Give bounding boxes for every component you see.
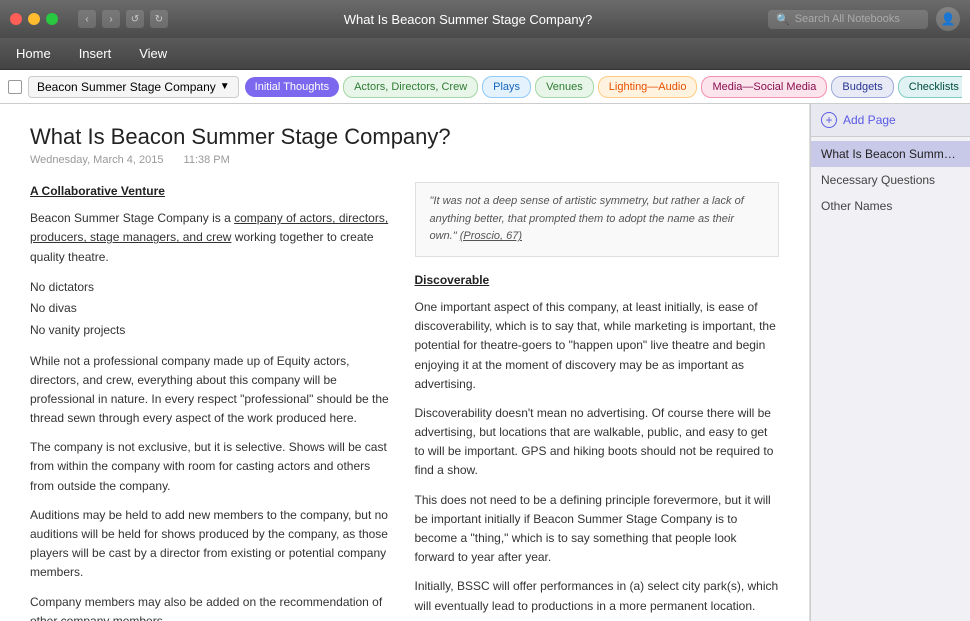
- toolbar-insert[interactable]: Insert: [73, 42, 118, 65]
- right-para-2: Discoverability doesn't mean no advertis…: [415, 404, 780, 481]
- right-panel-header: + Add Page: [811, 104, 970, 137]
- no-list-item-2: No divas: [30, 298, 395, 320]
- add-page-label: Add Page: [843, 113, 896, 127]
- window-title: What Is Beacon Summer Stage Company?: [168, 12, 768, 27]
- notebook-checkbox[interactable]: [8, 80, 22, 94]
- content-area: What Is Beacon Summer Stage Company? Wed…: [0, 104, 810, 621]
- no-list-item-1: No dictators: [30, 277, 395, 299]
- search-icon: 🔍: [776, 13, 790, 26]
- right-panel: + Add Page What Is Beacon Summer... Nece…: [810, 104, 970, 621]
- right-para-4: Initially, BSSC will offer performances …: [415, 577, 780, 615]
- toolbar-view[interactable]: View: [133, 42, 173, 65]
- page-item-2[interactable]: Necessary Questions: [811, 167, 970, 193]
- tab-checklists[interactable]: Checklists: [898, 76, 962, 98]
- no-list: No dictators No divas No vanity projects: [30, 277, 395, 342]
- time-label: 11:38 PM: [184, 154, 230, 166]
- nav-refresh1-button[interactable]: ↺: [126, 10, 144, 28]
- page-title: What Is Beacon Summer Stage Company?: [30, 124, 779, 150]
- quote-block: "It was not a deep sense of artistic sym…: [415, 182, 780, 257]
- tab-lighting[interactable]: Lighting—Audio: [598, 76, 698, 98]
- left-column: A Collaborative Venture Beacon Summer St…: [30, 182, 395, 621]
- nav-forward-button[interactable]: ›: [102, 10, 120, 28]
- add-page-button[interactable]: + Add Page: [821, 112, 960, 128]
- toolbar: Home Insert View: [0, 38, 970, 70]
- left-para-3: The company is not exclusive, but it is …: [30, 438, 395, 496]
- tab-actors[interactable]: Actors, Directors, Crew: [343, 76, 478, 98]
- close-button[interactable]: [10, 13, 22, 25]
- tab-bar: Initial Thoughts Actors, Directors, Crew…: [245, 76, 962, 98]
- right-heading-1: Discoverable: [415, 271, 780, 290]
- content-columns: A Collaborative Venture Beacon Summer St…: [30, 182, 779, 621]
- main-layout: What Is Beacon Summer Stage Company? Wed…: [0, 104, 970, 621]
- notebook-header: Beacon Summer Stage Company ▼ Initial Th…: [0, 70, 970, 104]
- add-page-icon: +: [821, 112, 837, 128]
- page-item-1[interactable]: What Is Beacon Summer...: [811, 141, 970, 167]
- search-input[interactable]: [795, 13, 915, 25]
- page-list: What Is Beacon Summer... Necessary Quest…: [811, 137, 970, 223]
- tab-plays[interactable]: Plays: [482, 76, 531, 98]
- notebook-title-label: Beacon Summer Stage Company: [37, 80, 216, 94]
- nav-controls: ‹ › ↺ ↻: [78, 10, 168, 28]
- nav-back-button[interactable]: ‹: [78, 10, 96, 28]
- tab-media[interactable]: Media—Social Media: [701, 76, 827, 98]
- left-para-2: While not a professional company made up…: [30, 352, 395, 429]
- date-label: Wednesday, March 4, 2015: [30, 154, 164, 166]
- right-column: "It was not a deep sense of artistic sym…: [415, 182, 780, 621]
- toolbar-home[interactable]: Home: [10, 42, 57, 65]
- nav-refresh2-button[interactable]: ↻: [150, 10, 168, 28]
- notebook-title-button[interactable]: Beacon Summer Stage Company ▼: [28, 76, 239, 98]
- tab-budgets[interactable]: Budgets: [831, 76, 893, 98]
- right-para-3: This does not need to be a defining prin…: [415, 491, 780, 568]
- user-icon: 👤: [941, 12, 956, 26]
- page-item-3[interactable]: Other Names: [811, 193, 970, 219]
- title-bar: ‹ › ↺ ↻ What Is Beacon Summer Stage Comp…: [0, 0, 970, 38]
- maximize-button[interactable]: [46, 13, 58, 25]
- left-para-1: Beacon Summer Stage Company is a company…: [30, 209, 395, 267]
- traffic-lights: [10, 13, 58, 25]
- tab-venues[interactable]: Venues: [535, 76, 594, 98]
- quote-citation: (Proscio, 67): [460, 230, 522, 242]
- search-bar[interactable]: 🔍: [768, 10, 928, 29]
- no-list-item-3: No vanity projects: [30, 320, 395, 342]
- left-para-5: Company members may also be added on the…: [30, 593, 395, 621]
- left-heading-1: A Collaborative Venture: [30, 182, 395, 201]
- tab-initial-thoughts[interactable]: Initial Thoughts: [245, 77, 339, 97]
- page-date: Wednesday, March 4, 2015 11:38 PM: [30, 154, 779, 166]
- minimize-button[interactable]: [28, 13, 40, 25]
- left-para-4: Auditions may be held to add new members…: [30, 506, 395, 583]
- notebook-dropdown-icon: ▼: [220, 81, 230, 92]
- right-para-1: One important aspect of this company, at…: [415, 298, 780, 394]
- user-avatar[interactable]: 👤: [936, 7, 960, 31]
